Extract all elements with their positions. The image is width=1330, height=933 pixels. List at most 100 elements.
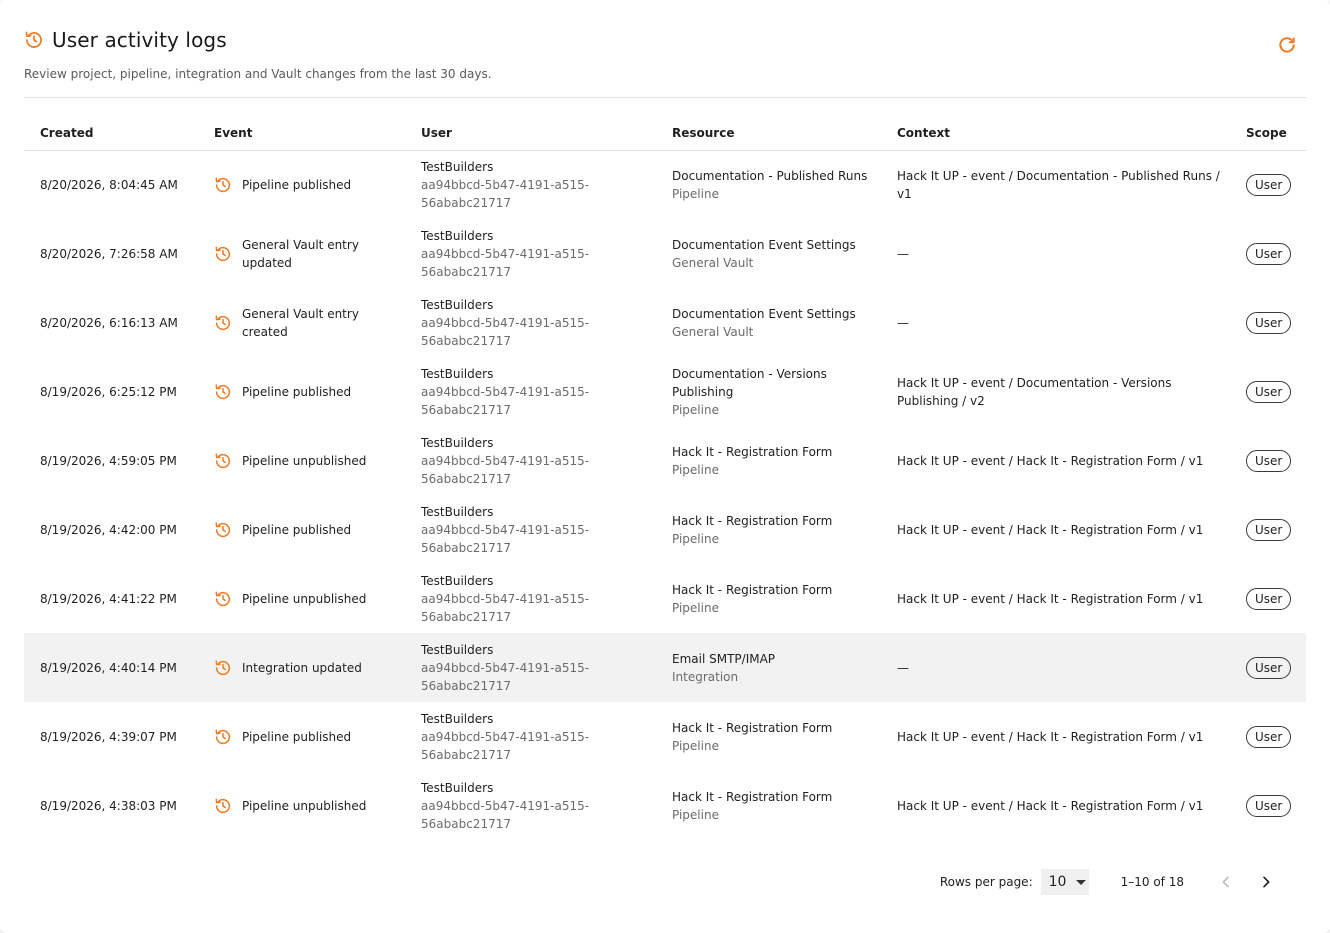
resource-cell: Documentation Event Settings General Vaul…: [656, 288, 881, 357]
user-cell: TestBuilders aa94bbcd-5b47-4191-a515-56ab…: [405, 426, 656, 495]
table-row[interactable]: 8/19/2026, 4:41:22 PM Pipeline unpublishe…: [24, 564, 1306, 633]
scope-chip: User: [1246, 587, 1292, 610]
column-header-user[interactable]: User: [405, 116, 656, 151]
rows-per-page-select[interactable]: 10: [1040, 869, 1089, 895]
event-cell: Pipeline unpublished: [198, 426, 405, 495]
user-cell: TestBuilders aa94bbcd-5b47-4191-a515-56ab…: [405, 702, 656, 771]
event-cell: Pipeline published: [198, 702, 405, 771]
table-row[interactable]: 8/20/2026, 6:16:13 AM General Vault entry…: [24, 288, 1306, 357]
table-row[interactable]: 8/19/2026, 6:25:12 PM Pipeline published T…: [24, 357, 1306, 426]
context-cell: Hack It UP - event / Hack It - Registrat…: [897, 453, 1204, 468]
user-name: TestBuilders: [421, 159, 494, 174]
context-cell: —: [897, 660, 909, 675]
scope-cell: User: [1230, 219, 1306, 288]
resource-name: Email SMTP/IMAP: [672, 651, 776, 666]
user-id: aa94bbcd-5b47-4191-a515-56ababc21717: [421, 798, 590, 831]
user-cell: TestBuilders aa94bbcd-5b47-4191-a515-56ab…: [405, 219, 656, 288]
table-header-row: Created Event User Resource Context Scop…: [24, 116, 1306, 151]
context-cell: —: [897, 315, 909, 330]
resource-name: Documentation - Published Runs: [672, 168, 868, 183]
history-icon: [214, 383, 232, 401]
user-id: aa94bbcd-5b47-4191-a515-56ababc21717: [421, 660, 590, 693]
scope-cell: User: [1230, 357, 1306, 426]
resource-cell: Documentation Event Settings General Vaul…: [656, 219, 881, 288]
table-row[interactable]: 8/19/2026, 4:40:14 PM Integration updated…: [24, 633, 1306, 702]
page-title: User activity logs: [52, 28, 227, 52]
resource-cell: Hack It - Registration Form Pipeline: [656, 564, 881, 633]
user-id: aa94bbcd-5b47-4191-a515-56ababc21717: [421, 591, 590, 624]
context-cell: Hack It UP - event / Hack It - Registrat…: [897, 522, 1204, 537]
scope-chip: User: [1246, 794, 1292, 817]
caret-down-icon: [1076, 879, 1087, 885]
created-cell: 8/19/2026, 4:39:07 PM: [40, 729, 177, 744]
created-cell: 8/20/2026, 7:26:58 AM: [40, 246, 178, 261]
event-label: Pipeline unpublished: [242, 453, 367, 468]
history-icon: [214, 245, 232, 263]
context-cell: Hack It UP - event / Hack It - Registrat…: [897, 729, 1204, 744]
scope-cell: User: [1230, 426, 1306, 495]
user-id: aa94bbcd-5b47-4191-a515-56ababc21717: [421, 315, 590, 348]
activity-log-card: User activity logs Review project, pipel…: [0, 0, 1330, 933]
scope-chip: User: [1246, 725, 1292, 748]
resource-type: Pipeline: [672, 807, 719, 822]
next-page-button[interactable]: [1254, 870, 1278, 894]
user-id: aa94bbcd-5b47-4191-a515-56ababc21717: [421, 729, 590, 762]
user-id: aa94bbcd-5b47-4191-a515-56ababc21717: [421, 177, 590, 210]
resource-name: Hack It - Registration Form: [672, 444, 833, 459]
event-label: Pipeline published: [242, 522, 352, 537]
table-row[interactable]: 8/20/2026, 7:26:58 AM General Vault entry…: [24, 219, 1306, 288]
history-icon: [24, 30, 44, 50]
table-row[interactable]: 8/19/2026, 4:59:05 PM Pipeline unpublishe…: [24, 426, 1306, 495]
column-header-resource[interactable]: Resource: [656, 116, 881, 151]
column-header-event[interactable]: Event: [198, 116, 405, 151]
user-id: aa94bbcd-5b47-4191-a515-56ababc21717: [421, 384, 590, 417]
event-cell: General Vault entry created: [198, 288, 405, 357]
history-icon: [214, 659, 232, 677]
column-header-created[interactable]: Created: [24, 116, 198, 151]
resource-name: Documentation - Versions Publishing: [672, 366, 827, 399]
scope-cell: User: [1230, 495, 1306, 564]
column-header-context[interactable]: Context: [881, 116, 1230, 151]
refresh-button[interactable]: [1276, 34, 1298, 56]
rows-per-page-label: Rows per page:: [939, 875, 1033, 889]
resource-name: Documentation Event Settings: [672, 306, 856, 321]
table-row[interactable]: 8/19/2026, 4:39:07 PM Pipeline published T…: [24, 702, 1306, 771]
column-header-scope[interactable]: Scope: [1230, 116, 1306, 151]
user-id: aa94bbcd-5b47-4191-a515-56ababc21717: [421, 522, 590, 555]
context-cell: —: [897, 246, 909, 261]
user-cell: TestBuilders aa94bbcd-5b47-4191-a515-56ab…: [405, 495, 656, 564]
resource-name: Hack It - Registration Form: [672, 513, 833, 528]
user-cell: TestBuilders aa94bbcd-5b47-4191-a515-56ab…: [405, 288, 656, 357]
created-cell: 8/19/2026, 4:38:03 PM: [40, 798, 177, 813]
user-cell: TestBuilders aa94bbcd-5b47-4191-a515-56ab…: [405, 357, 656, 426]
resource-cell: Hack It - Registration Form Pipeline: [656, 702, 881, 771]
chevron-right-icon: [1258, 874, 1274, 890]
table-row[interactable]: 8/19/2026, 4:42:00 PM Pipeline published T…: [24, 495, 1306, 564]
event-label: Integration updated: [242, 660, 362, 675]
resource-type: General Vault: [672, 324, 754, 339]
event-cell: Pipeline published: [198, 150, 405, 219]
table-row[interactable]: 8/20/2026, 8:04:45 AM Pipeline published T…: [24, 150, 1306, 219]
resource-type: Pipeline: [672, 462, 719, 477]
user-cell: TestBuilders aa94bbcd-5b47-4191-a515-56ab…: [405, 150, 656, 219]
resource-type: Pipeline: [672, 600, 719, 615]
pagination: Rows per page: 10 1–10 of 18: [939, 869, 1278, 895]
scope-cell: User: [1230, 150, 1306, 219]
history-icon: [214, 176, 232, 194]
activity-table: Created Event User Resource Context Scop…: [24, 116, 1306, 840]
user-name: TestBuilders: [421, 228, 494, 243]
previous-page-button[interactable]: [1214, 870, 1238, 894]
resource-cell: Email SMTP/IMAP Integration: [656, 633, 881, 702]
user-cell: TestBuilders aa94bbcd-5b47-4191-a515-56ab…: [405, 633, 656, 702]
resource-type: Integration: [672, 669, 739, 684]
resource-cell: Hack It - Registration Form Pipeline: [656, 771, 881, 840]
table-row[interactable]: 8/19/2026, 4:38:03 PM Pipeline unpublishe…: [24, 771, 1306, 840]
scope-chip: User: [1246, 380, 1292, 403]
context-cell: Hack It UP - event / Documentation - Ver…: [897, 375, 1172, 408]
created-cell: 8/19/2026, 4:59:05 PM: [40, 453, 177, 468]
scope-chip: User: [1246, 242, 1292, 265]
scope-chip: User: [1246, 173, 1292, 196]
created-cell: 8/19/2026, 4:41:22 PM: [40, 591, 177, 606]
context-cell: Hack It UP - event / Documentation - Pub…: [897, 168, 1220, 201]
context-cell: Hack It UP - event / Hack It - Registrat…: [897, 591, 1204, 606]
